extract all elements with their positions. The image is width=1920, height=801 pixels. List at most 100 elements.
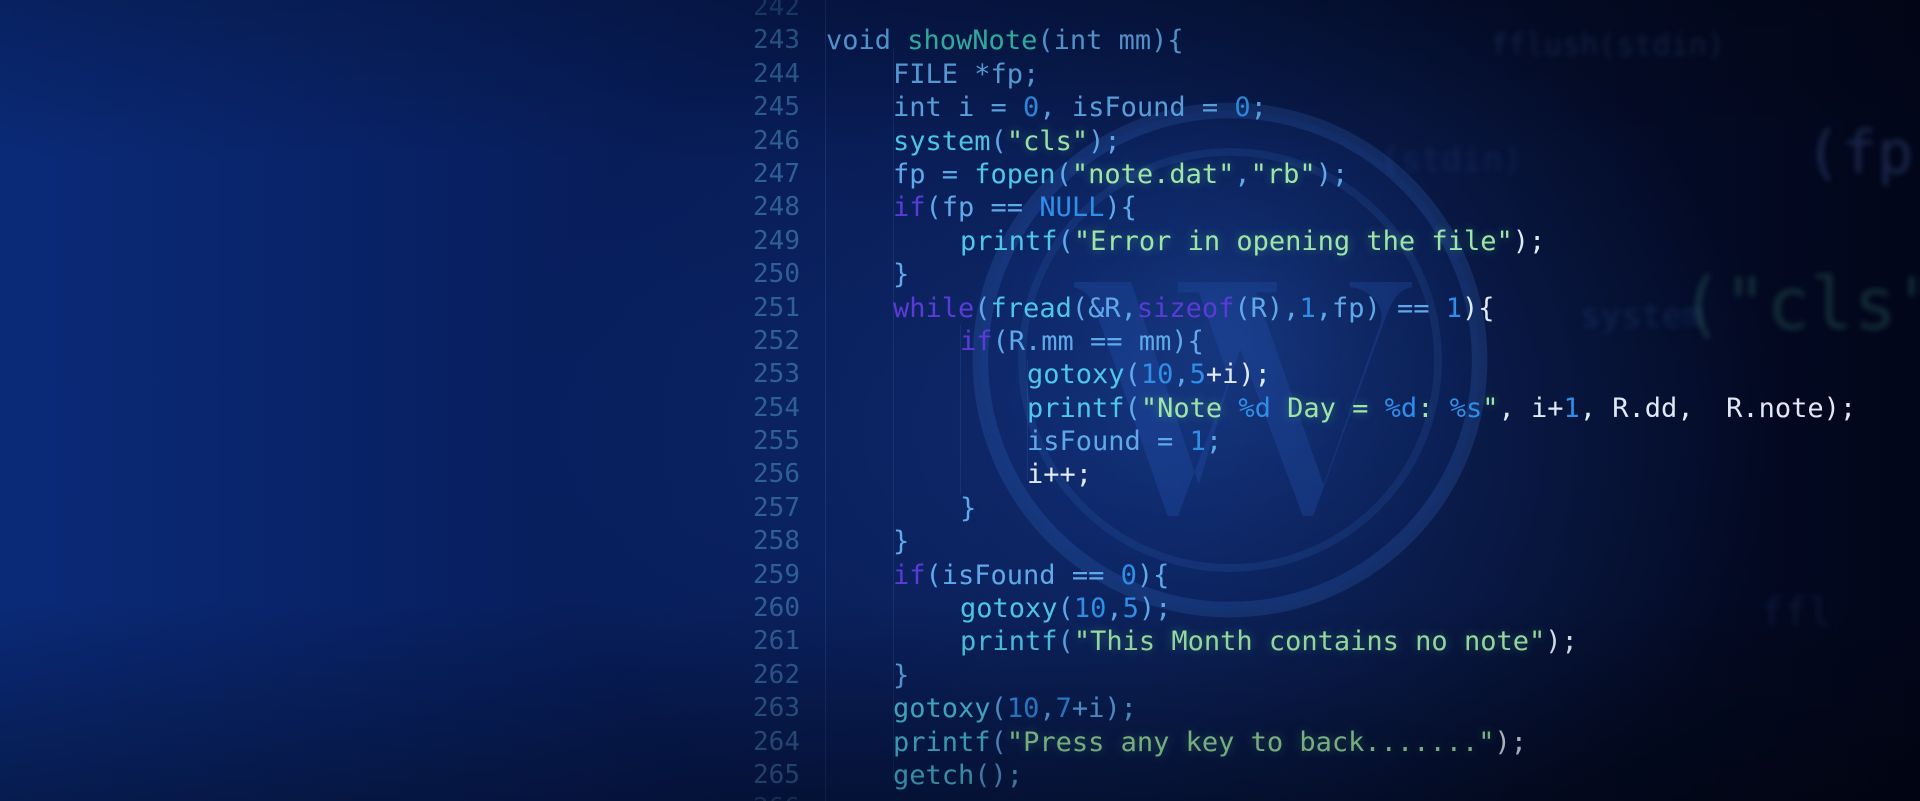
line-number: 250 bbox=[753, 259, 800, 290]
code-token: "This Month contains no note" bbox=[1073, 626, 1546, 658]
line-number: 255 bbox=[753, 426, 800, 457]
code-token: system bbox=[893, 125, 991, 157]
code-token: 7 bbox=[1055, 693, 1072, 725]
bg-snippet: (fp bbox=[1805, 118, 1914, 188]
code-token: fp = bbox=[893, 158, 975, 190]
code-token: ){ bbox=[1136, 559, 1170, 591]
line-number: 265 bbox=[753, 759, 800, 790]
code-token: ); bbox=[1545, 626, 1578, 658]
code-token: showNote bbox=[907, 25, 1038, 57]
code-token: ( bbox=[1124, 359, 1141, 391]
code-token: gotoxy bbox=[893, 693, 991, 725]
code-token: ,fp) == bbox=[1315, 292, 1446, 324]
line-source: printf("Note %d Day = %d: %s", i+1, R.dd… bbox=[1027, 392, 1856, 425]
line-number: 256 bbox=[753, 459, 800, 490]
code-token: : bbox=[1417, 392, 1450, 424]
code-token: ( bbox=[1057, 593, 1074, 625]
code-token: , i+ bbox=[1498, 392, 1564, 424]
line-source: while(fread(&R,sizeof(R),1,fp) == 1){ bbox=[893, 292, 1495, 325]
line-source: gotoxy(10,5+i); bbox=[1027, 358, 1271, 391]
code-token: while bbox=[893, 292, 975, 324]
code-token: 0 bbox=[1023, 92, 1040, 124]
line-source: } bbox=[893, 525, 909, 558]
line-source: isFound = 1; bbox=[1027, 425, 1222, 458]
code-token: (fp == bbox=[925, 192, 1040, 224]
line-source: } bbox=[893, 258, 909, 291]
code-token: "Press any key to back......." bbox=[1006, 726, 1495, 758]
code-token: } bbox=[893, 526, 910, 558]
line-source: } bbox=[893, 659, 909, 692]
line-number: 254 bbox=[753, 392, 800, 423]
line-source: void showNote(int mm){ bbox=[826, 24, 1184, 57]
line-number: 248 bbox=[753, 192, 800, 223]
code-token: 1 bbox=[1563, 392, 1580, 424]
code-token: i++; bbox=[1027, 459, 1093, 491]
code-token: %d bbox=[1238, 392, 1271, 424]
line-number: 246 bbox=[753, 125, 800, 156]
code-token: ( bbox=[1057, 626, 1074, 658]
code-token: sizeof bbox=[1136, 292, 1235, 324]
line-source: printf("This Month contains no note"); bbox=[960, 625, 1578, 658]
code-token: Day = bbox=[1270, 392, 1385, 424]
bg-snippet: ffl bbox=[1760, 590, 1833, 636]
line-number: 258 bbox=[753, 526, 800, 557]
code-token: printf bbox=[960, 225, 1058, 257]
code-token: ; bbox=[1205, 426, 1223, 458]
code-token: ); bbox=[1494, 726, 1527, 758]
line-number: 257 bbox=[753, 492, 800, 523]
code-token: "note.dat" bbox=[1071, 158, 1235, 190]
line-number: 245 bbox=[753, 92, 800, 123]
line-number: 264 bbox=[753, 726, 800, 757]
code-token: 5 bbox=[1189, 359, 1206, 391]
code-token: "Error in opening the file" bbox=[1073, 225, 1513, 257]
code-token: } bbox=[893, 259, 910, 291]
code-token: if bbox=[893, 192, 926, 224]
code-background: fflush(stdin) (fp ("cls") system (stdin)… bbox=[0, 0, 1920, 801]
code-token: ( bbox=[1057, 225, 1074, 257]
code-token: int i = bbox=[893, 92, 1024, 124]
code-token: ; bbox=[1250, 92, 1267, 124]
code-token: " bbox=[1482, 392, 1499, 424]
code-token: printf bbox=[893, 726, 991, 758]
code-token: ( bbox=[990, 125, 1007, 157]
line-source: gotoxy(10,7+i); bbox=[893, 692, 1137, 725]
code-token: ); bbox=[1138, 593, 1172, 625]
code-token: , isFound = bbox=[1039, 92, 1235, 124]
code-token: "Note bbox=[1140, 392, 1239, 424]
bg-snippet: fflush(stdin) bbox=[1490, 28, 1725, 63]
line-source: FILE *fp; bbox=[893, 58, 1039, 91]
line-source: if(isFound == 0){ bbox=[893, 559, 1169, 592]
code-token: ( bbox=[990, 693, 1007, 725]
line-source: fp = fopen("note.dat","rb"); bbox=[893, 158, 1348, 191]
code-token: , bbox=[1039, 693, 1056, 725]
line-source: printf("Press any key to back......."); bbox=[893, 726, 1527, 759]
line-number: 249 bbox=[753, 225, 800, 256]
code-token: ( bbox=[974, 292, 991, 324]
line-number: 247 bbox=[753, 158, 800, 189]
line-number: 244 bbox=[753, 58, 800, 89]
code-token: FILE *fp; bbox=[893, 58, 1040, 90]
code-token: } bbox=[893, 659, 910, 691]
code-token: +i); bbox=[1205, 359, 1271, 391]
line-number: 243 bbox=[753, 25, 800, 56]
code-token: 0 bbox=[1120, 559, 1137, 591]
line-number: 251 bbox=[753, 292, 800, 323]
code-token: 10 bbox=[1073, 593, 1107, 625]
line-number: 260 bbox=[753, 593, 800, 624]
code-token: isFound = bbox=[1027, 426, 1190, 458]
code-token: 1 bbox=[1189, 426, 1206, 458]
code-token: "rb" bbox=[1250, 158, 1316, 190]
code-token: %s bbox=[1449, 392, 1483, 424]
code-token: , bbox=[1106, 593, 1123, 625]
code-token: ); bbox=[1088, 125, 1121, 157]
code-token: fread bbox=[990, 292, 1072, 324]
code-token: 10 bbox=[1006, 693, 1040, 725]
code-token: if bbox=[893, 559, 926, 591]
line-number: 261 bbox=[753, 626, 800, 657]
line-source: getch(); bbox=[893, 759, 1023, 792]
code-token: } bbox=[960, 492, 977, 524]
gutter-divider bbox=[825, 0, 826, 801]
code-token: (isFound == bbox=[925, 559, 1121, 591]
code-token: ( bbox=[1124, 392, 1141, 424]
code-token: , bbox=[1173, 359, 1190, 391]
